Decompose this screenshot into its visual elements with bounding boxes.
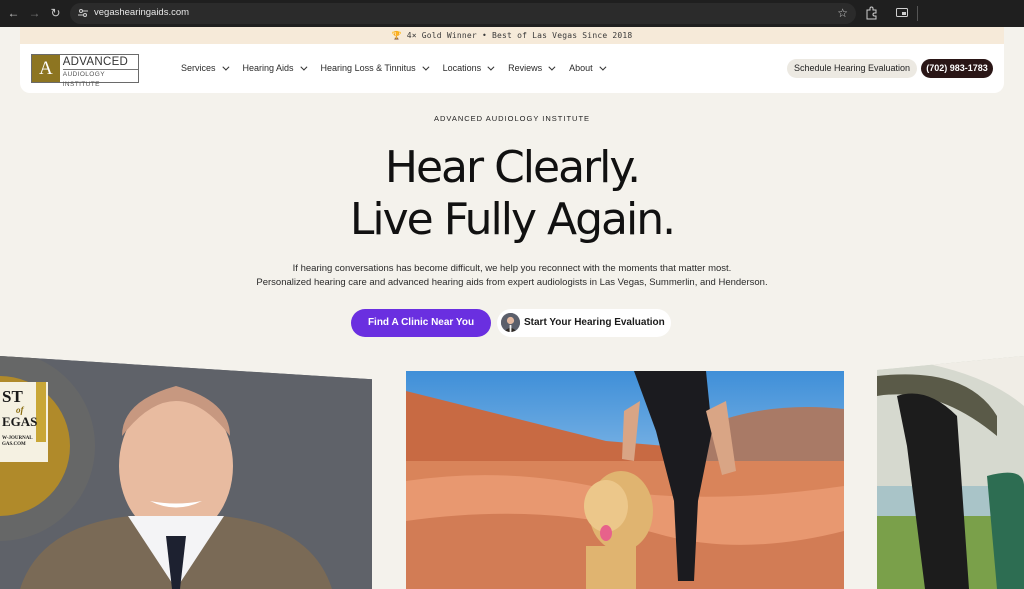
- extensions-icon[interactable]: [864, 6, 878, 20]
- schedule-evaluation-button[interactable]: Schedule Hearing Evaluation: [787, 59, 917, 78]
- browser-toolbar: ← → ↻ vegashearingaids.com ☆: [0, 0, 1024, 27]
- nav-item-reviews[interactable]: Reviews: [508, 63, 556, 73]
- nav-item-about[interactable]: About: [569, 63, 607, 73]
- site-header: A ADVANCED AUDIOLOGY INSTITUTE Services …: [20, 44, 1004, 93]
- nav-label: Locations: [442, 63, 482, 73]
- hero-subtext-line1: If hearing conversations has become diff…: [292, 263, 732, 274]
- forward-icon[interactable]: →: [27, 6, 42, 21]
- logo-mark: A: [32, 55, 60, 82]
- photo-audiologist: ST of EGAS W-JOURNAL GAS.COM: [0, 356, 372, 589]
- chevron-down-icon: [221, 63, 229, 71]
- nav-item-locations[interactable]: Locations: [442, 63, 495, 73]
- hero-subtext-line2: Personalized hearing care and advanced h…: [256, 277, 768, 288]
- site-settings-icon[interactable]: [78, 8, 88, 18]
- reload-icon[interactable]: ↻: [48, 6, 63, 21]
- photo-desert-hike: [406, 371, 844, 589]
- chevron-down-icon: [487, 63, 495, 71]
- nav-item-hearing-loss[interactable]: Hearing Loss & Tinnitus: [320, 63, 430, 73]
- nav-label: About: [569, 63, 593, 73]
- avatar: [501, 313, 520, 332]
- logo-line2: AUDIOLOGY INSTITUTE: [62, 71, 105, 88]
- find-clinic-button[interactable]: Find A Clinic Near You: [351, 309, 491, 337]
- photo-golf: [877, 356, 1024, 589]
- nav-item-services[interactable]: Services: [181, 63, 229, 73]
- phone-button[interactable]: (702) 983-1783: [921, 59, 993, 78]
- logo-text: ADVANCED AUDIOLOGY INSTITUTE: [60, 55, 138, 88]
- nav-label: Hearing Aids: [242, 63, 294, 73]
- chevron-down-icon: [548, 63, 556, 71]
- back-icon[interactable]: ←: [6, 6, 21, 21]
- toolbar-divider: [917, 6, 918, 21]
- announcement-bar: 🏆 4× Gold Winner • Best of Las Vegas Sin…: [20, 27, 1004, 44]
- cast-icon[interactable]: [895, 6, 909, 20]
- nav-label: Hearing Loss & Tinnitus: [320, 63, 416, 73]
- award-badge-text: ST of EGAS W-JOURNAL GAS.COM: [2, 387, 38, 447]
- logo-line1: ADVANCED: [62, 56, 138, 70]
- url-text: vegashearingaids.com: [94, 7, 190, 18]
- main-nav: Services Hearing Aids Hearing Loss & Tin…: [181, 63, 620, 73]
- start-evaluation-button[interactable]: Start Your Hearing Evaluation: [497, 309, 671, 337]
- start-evaluation-label: Start Your Hearing Evaluation: [524, 317, 665, 328]
- nav-label: Services: [181, 63, 216, 73]
- nav-item-hearing-aids[interactable]: Hearing Aids: [242, 63, 307, 73]
- chevron-down-icon: [299, 63, 307, 71]
- hero-headline-line2: Live Fully Again.: [349, 194, 676, 245]
- address-bar[interactable]: vegashearingaids.com ☆: [70, 3, 856, 24]
- hero-headline-line1: Hear Clearly.: [384, 142, 641, 193]
- site-logo[interactable]: A ADVANCED AUDIOLOGY INSTITUTE: [31, 54, 139, 88]
- nav-label: Reviews: [508, 63, 543, 73]
- chevron-down-icon: [421, 63, 430, 71]
- hero-eyebrow: ADVANCED AUDIOLOGY INSTITUTE: [433, 114, 591, 123]
- chevron-down-icon: [599, 63, 607, 71]
- bookmark-star-icon[interactable]: ☆: [837, 6, 848, 20]
